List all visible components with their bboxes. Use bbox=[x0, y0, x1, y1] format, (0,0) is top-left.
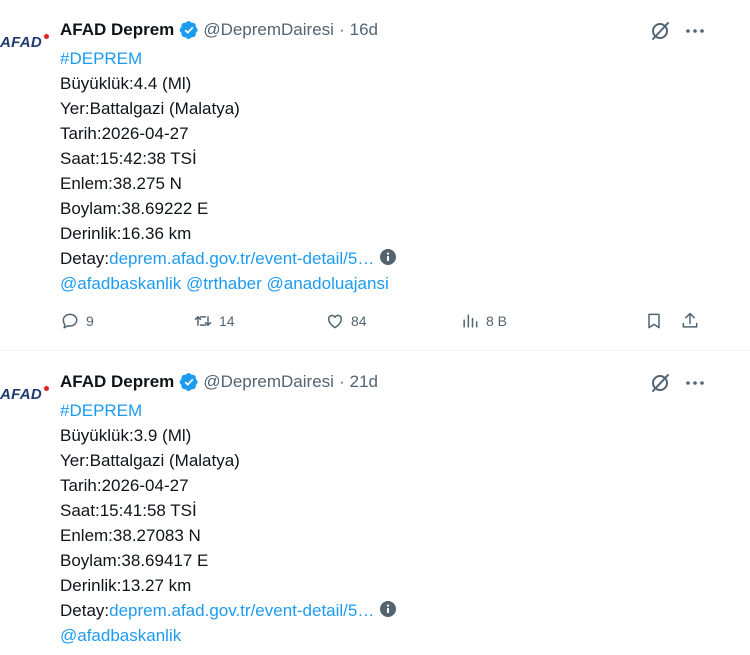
views-icon bbox=[463, 314, 478, 328]
latitude-line: Enlem:38.27083 N bbox=[60, 526, 201, 545]
detail-label: Detay: bbox=[60, 249, 110, 268]
bookmark-button[interactable] bbox=[644, 311, 664, 331]
longitude-line: Boylam:38.69222 E bbox=[60, 199, 209, 218]
info-icon[interactable] bbox=[380, 601, 397, 617]
more-icon[interactable] bbox=[683, 19, 707, 43]
separator: · bbox=[338, 372, 345, 391]
verified-badge-icon[interactable] bbox=[179, 20, 199, 40]
depth-line: Derinlik:13.27 km bbox=[60, 576, 192, 595]
magnitude-line: Büyüklük:4.4 (Ml) bbox=[60, 74, 192, 93]
mention-link[interactable]: @afadbaskanlik bbox=[60, 626, 181, 645]
verified-badge-icon[interactable] bbox=[179, 372, 199, 392]
tweet-time[interactable]: 21d bbox=[350, 372, 378, 392]
hashtag-link[interactable]: #DEPREM bbox=[60, 46, 396, 71]
account-handle[interactable]: @DepremDairesi bbox=[203, 372, 334, 392]
avatar-logo-text: AFAD bbox=[0, 34, 43, 51]
share-button[interactable] bbox=[680, 311, 700, 331]
detail-line: Detay:deprem.afad.gov.tr/event-detail/5… bbox=[60, 598, 397, 623]
magnitude-line: Büyüklük:3.9 (Ml) bbox=[60, 426, 192, 445]
account-name[interactable]: AFAD Deprem bbox=[60, 372, 174, 392]
detail-link[interactable]: deprem.afad.gov.tr/event-detail/5… bbox=[109, 601, 374, 620]
grok-icon[interactable] bbox=[648, 19, 672, 43]
retweet-button[interactable]: 14 bbox=[193, 311, 235, 331]
hashtag-link[interactable]: #DEPREM bbox=[60, 398, 396, 423]
date-line: Tarih:2026-04-27 bbox=[60, 476, 189, 495]
mentions-line: @afadbaskanlik @trthaber @anadoluajansi bbox=[60, 271, 396, 296]
info-icon[interactable] bbox=[380, 249, 397, 265]
mention-link[interactable]: @trthaber bbox=[186, 274, 262, 293]
avatar[interactable]: AFAD bbox=[0, 34, 49, 54]
time-line: Saat:15:42:38 TSİ bbox=[60, 149, 197, 168]
time-line: Saat:15:41:58 TSİ bbox=[60, 501, 197, 520]
avatar-logo-text: AFAD bbox=[0, 386, 43, 403]
avatar-logo-dot bbox=[44, 386, 49, 391]
separator: · bbox=[338, 20, 345, 39]
location-line: Yer:Battalgazi (Malatya) bbox=[60, 99, 240, 118]
views-button[interactable]: 8 B bbox=[460, 311, 507, 331]
tweet-text: #DEPREM Büyüklük:3.9 (Ml) Yer:Battalgazi… bbox=[60, 398, 397, 648]
avatar-logo-dot bbox=[44, 34, 49, 39]
tweet-actions: 9 14 84 8 B bbox=[60, 311, 710, 335]
detail-line: Detay:deprem.afad.gov.tr/event-detail/5… bbox=[60, 246, 397, 271]
reply-count: 9 bbox=[86, 313, 94, 329]
latitude-line: Enlem:38.275 N bbox=[60, 174, 182, 193]
tweet-text: #DEPREM Büyüklük:4.4 (Ml) Yer:Battalgazi… bbox=[60, 46, 397, 296]
account-name[interactable]: AFAD Deprem bbox=[60, 20, 174, 40]
retweet-count: 14 bbox=[219, 313, 235, 329]
depth-line: Derinlik:16.36 km bbox=[60, 224, 192, 243]
retweet-icon bbox=[194, 316, 212, 326]
bookmark-icon bbox=[648, 313, 660, 329]
tweet-header: AFAD Deprem @DepremDairesi · 21d bbox=[60, 371, 378, 393]
reply-icon bbox=[62, 313, 78, 329]
tweet[interactable]: AFAD AFAD Deprem @DepremDairesi · 21d #D… bbox=[0, 352, 750, 655]
tweet-time[interactable]: 16d bbox=[350, 20, 378, 40]
more-icon[interactable] bbox=[683, 371, 707, 395]
avatar[interactable]: AFAD bbox=[0, 386, 49, 406]
longitude-line: Boylam:38.69417 E bbox=[60, 551, 209, 570]
mention-link[interactable]: @anadoluajansi bbox=[267, 274, 389, 293]
tweet[interactable]: AFAD AFAD Deprem @DepremDairesi · 16d #D… bbox=[0, 0, 750, 351]
share-icon bbox=[682, 312, 698, 328]
date-line: Tarih:2026-04-27 bbox=[60, 124, 189, 143]
detail-link[interactable]: deprem.afad.gov.tr/event-detail/5… bbox=[109, 249, 374, 268]
detail-label: Detay: bbox=[60, 601, 110, 620]
grok-icon[interactable] bbox=[648, 371, 672, 395]
like-button[interactable]: 84 bbox=[325, 311, 367, 331]
mention-link[interactable]: @afadbaskanlik bbox=[60, 274, 181, 293]
location-line: Yer:Battalgazi (Malatya) bbox=[60, 451, 240, 470]
account-handle[interactable]: @DepremDairesi bbox=[203, 20, 334, 40]
views-count: 8 B bbox=[486, 313, 508, 329]
like-count: 84 bbox=[351, 313, 367, 329]
tweet-header: AFAD Deprem @DepremDairesi · 16d bbox=[60, 19, 378, 41]
reply-button[interactable]: 9 bbox=[60, 311, 94, 331]
like-icon bbox=[327, 314, 343, 329]
mentions-line: @afadbaskanlik bbox=[60, 623, 396, 648]
